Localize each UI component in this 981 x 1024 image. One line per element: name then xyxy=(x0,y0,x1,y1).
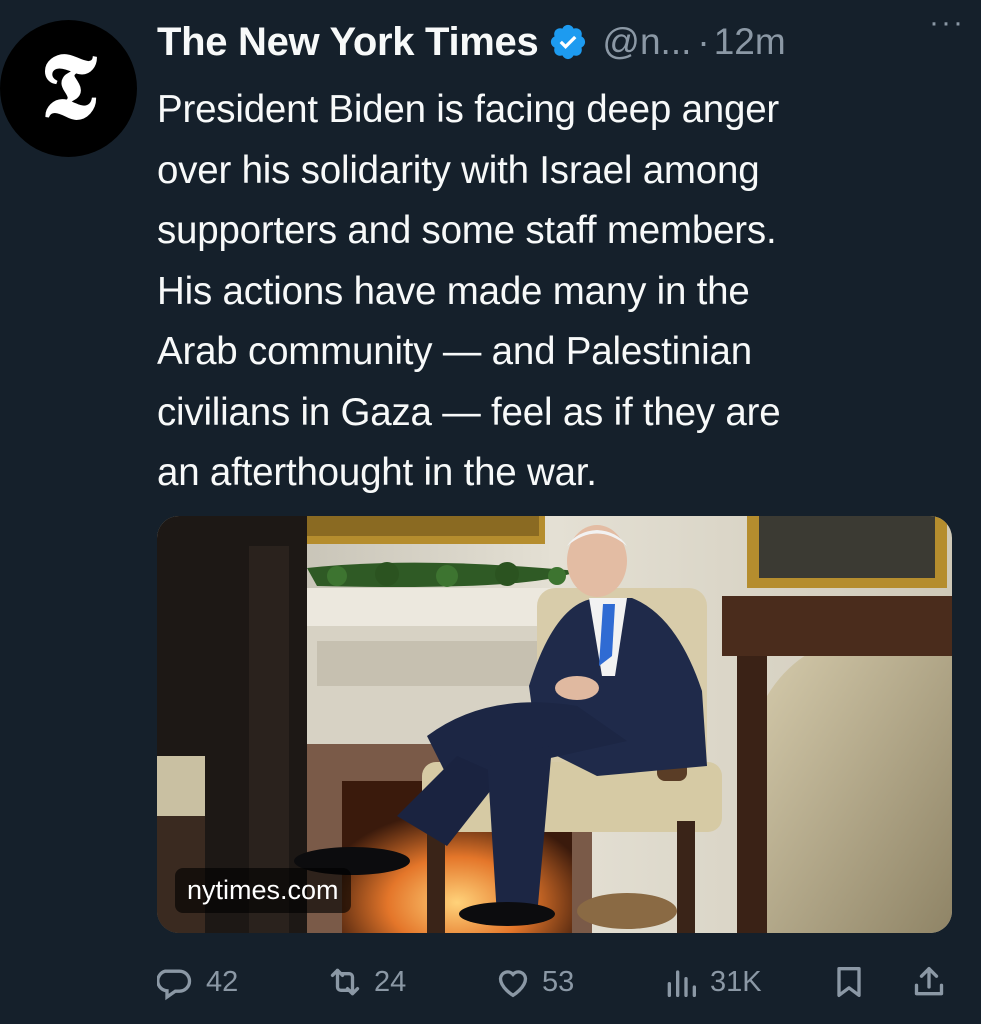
tweet-timestamp[interactable]: 12m xyxy=(714,21,786,63)
header-separator: · xyxy=(697,21,710,62)
views-button[interactable]: 31K xyxy=(661,955,762,1009)
tweet-text-line: an afterthought in the war. xyxy=(157,451,597,494)
tweet-text-line: supporters and some staff members. xyxy=(157,209,777,252)
views-count: 31K xyxy=(710,965,762,998)
share-button[interactable] xyxy=(909,955,949,1009)
tweet-action-bar: 42 24 53 31K xyxy=(157,955,952,1009)
tweet-text-line: Arab community — and Palestinian xyxy=(157,330,752,373)
share-icon xyxy=(914,967,944,996)
nyt-logo: 𝕿 xyxy=(40,31,97,140)
tweet-text-line: President Biden is facing deep anger xyxy=(157,88,780,131)
verified-badge-icon xyxy=(551,24,586,60)
bookmark-icon xyxy=(837,967,861,997)
like-button[interactable]: 53 xyxy=(493,955,574,1009)
bookmark-button[interactable] xyxy=(829,955,869,1009)
retweet-button[interactable]: 24 xyxy=(325,955,406,1009)
more-options-icon[interactable]: ··· xyxy=(929,6,965,40)
author-handle[interactable]: @n... xyxy=(602,21,691,63)
link-card-image[interactable]: nytimes.com xyxy=(157,516,952,933)
reply-icon xyxy=(157,969,192,1001)
reply-count: 42 xyxy=(206,965,239,998)
tweet-text: President Biden is facing deep anger ove… xyxy=(157,80,957,504)
like-count: 53 xyxy=(542,965,575,998)
retweet-count: 24 xyxy=(374,965,407,998)
author-name[interactable]: The New York Times xyxy=(157,20,539,65)
retweet-icon xyxy=(330,968,360,996)
tweet-text-line: over his solidarity with Israel among xyxy=(157,148,760,192)
link-domain-label: nytimes.com xyxy=(175,868,351,913)
reply-button[interactable]: 42 xyxy=(157,955,238,1009)
heart-icon xyxy=(498,970,528,998)
tweet-header: The New York Times @n... · 12m xyxy=(157,16,967,68)
tweet-text-line: civilians in Gaza — feel as if they are xyxy=(157,390,781,434)
views-chart-icon xyxy=(667,970,696,997)
tweet-text-line: His actions have made many in the xyxy=(157,269,750,313)
author-avatar[interactable]: 𝕿 xyxy=(0,20,137,157)
